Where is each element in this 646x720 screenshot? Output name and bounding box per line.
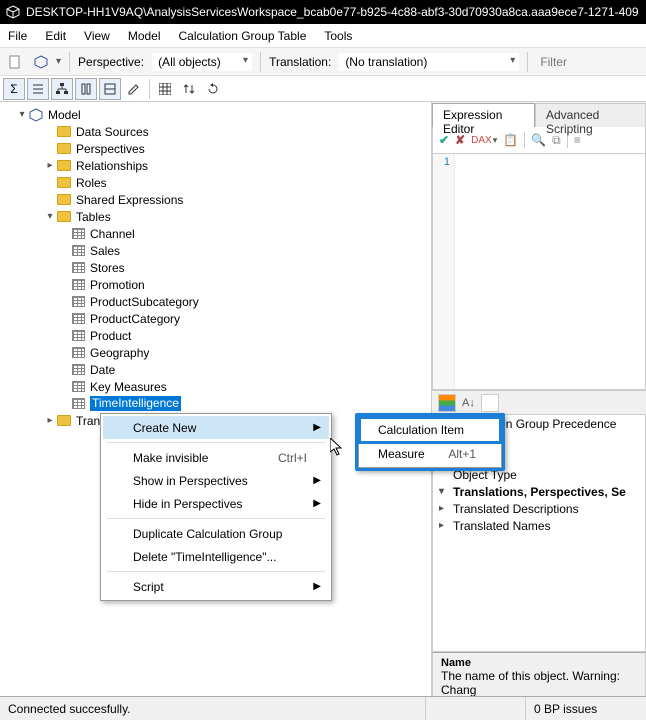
table-view-icon[interactable] bbox=[154, 78, 176, 100]
tree-item[interactable]: Stores bbox=[0, 259, 431, 276]
sort-az-icon[interactable]: A↓ bbox=[462, 397, 475, 409]
submenu-measure[interactable]: Measure Alt+1 bbox=[360, 442, 500, 466]
find-icon[interactable]: 🔍 bbox=[531, 133, 546, 147]
tree-item[interactable]: Date bbox=[0, 361, 431, 378]
tree-item[interactable]: Promotion bbox=[0, 276, 431, 293]
menu-calc-group-table[interactable]: Calculation Group Table bbox=[179, 29, 307, 43]
status-left: Connected succesfully. bbox=[0, 697, 426, 720]
tree-root[interactable]: ▾Model bbox=[0, 106, 431, 123]
submenu-arrow-icon: ▶ bbox=[313, 498, 321, 509]
tree-item[interactable]: ProductCategory bbox=[0, 310, 431, 327]
tree-item[interactable]: Channel bbox=[0, 225, 431, 242]
property-toolbar: A↓ bbox=[432, 390, 646, 414]
tree-item[interactable]: ProductSubcategory bbox=[0, 293, 431, 310]
status-right: 0 BP issues bbox=[526, 697, 646, 720]
submenu-item-label: Calculation Item bbox=[378, 423, 464, 437]
tree-item[interactable]: Sales bbox=[0, 242, 431, 259]
new-icon[interactable] bbox=[4, 51, 26, 73]
ctx-item[interactable]: Hide in Perspectives▶ bbox=[103, 492, 329, 515]
submenu-create-new[interactable]: Calculation Item Measure Alt+1 bbox=[355, 413, 505, 471]
editor-gutter: 1 bbox=[433, 154, 455, 389]
submenu-item-shortcut: Alt+1 bbox=[448, 447, 476, 461]
filter-input[interactable] bbox=[536, 53, 576, 71]
statusbar: Connected succesfully. 0 BP issues bbox=[0, 696, 646, 720]
right-tabs: Expression Editor Advanced Scripting bbox=[432, 102, 646, 126]
menubar: File Edit View Model Calculation Group T… bbox=[0, 24, 646, 48]
column-icon[interactable] bbox=[75, 78, 97, 100]
submenu-item-label: Measure bbox=[378, 447, 425, 461]
model-tree-pane: ▾ModelData SourcesPerspectives▸Relations… bbox=[0, 102, 432, 716]
paste-icon[interactable]: 📋 bbox=[503, 133, 518, 147]
submenu-calculation-item[interactable]: Calculation Item bbox=[360, 418, 500, 442]
list-icon[interactable] bbox=[27, 78, 49, 100]
perspective-combo[interactable]: (All objects) bbox=[152, 53, 252, 71]
ctx-item[interactable]: Show in Perspectives▶ bbox=[103, 469, 329, 492]
tree-item[interactable]: TimeIntelligence bbox=[0, 395, 431, 412]
tab-expression-editor[interactable]: Expression Editor bbox=[432, 103, 535, 127]
categorize-icon[interactable] bbox=[438, 394, 456, 412]
toolbar-view: Σ bbox=[0, 76, 646, 102]
translation-combo[interactable]: (No translation) bbox=[339, 53, 519, 71]
menu-edit[interactable]: Edit bbox=[45, 29, 66, 43]
hierarchy-icon[interactable] bbox=[51, 78, 73, 100]
translation-label: Translation: bbox=[269, 55, 331, 69]
edit-icon[interactable] bbox=[123, 78, 145, 100]
ctx-item[interactable]: Script▶ bbox=[103, 575, 329, 598]
dax-label: DAX bbox=[471, 135, 492, 146]
tree-item[interactable]: ▾Tables bbox=[0, 208, 431, 225]
expression-editor[interactable]: 1 bbox=[432, 154, 646, 390]
sigma-icon[interactable]: Σ bbox=[3, 78, 25, 100]
submenu-arrow-icon: ▶ bbox=[313, 422, 321, 433]
menu-file[interactable]: File bbox=[8, 29, 27, 43]
tree-item[interactable]: Key Measures bbox=[0, 378, 431, 395]
tree-item[interactable]: Geography bbox=[0, 344, 431, 361]
tree-item[interactable]: Roles bbox=[0, 174, 431, 191]
ctx-item[interactable]: Create New▶ bbox=[103, 416, 329, 439]
property-row[interactable]: ▸Translated Descriptions bbox=[433, 500, 645, 517]
cube-icon[interactable] bbox=[30, 51, 52, 73]
property-row[interactable]: ▸Translated Names bbox=[433, 517, 645, 534]
context-menu[interactable]: Create New▶ Make invisibleCtrl+IShow in P… bbox=[100, 413, 332, 601]
prop-page-icon[interactable] bbox=[481, 394, 499, 412]
partition-icon[interactable] bbox=[99, 78, 121, 100]
tree-item[interactable]: Data Sources bbox=[0, 123, 431, 140]
menu-tools[interactable]: Tools bbox=[324, 29, 352, 43]
tree-item[interactable]: ▸Relationships bbox=[0, 157, 431, 174]
app-icon bbox=[6, 5, 20, 19]
status-mid bbox=[426, 697, 526, 720]
submenu-arrow-icon: ▶ bbox=[313, 581, 321, 592]
property-row[interactable]: ▾Translations, Perspectives, Se bbox=[433, 483, 645, 500]
toolbar-main: ▾ Perspective: (All objects) Translation… bbox=[0, 48, 646, 76]
ctx-item[interactable]: Delete "TimeIntelligence"... bbox=[103, 545, 329, 568]
titlebar-text: DESKTOP-HH1V9AQ\AnalysisServicesWorkspac… bbox=[26, 5, 639, 19]
refresh-icon[interactable] bbox=[202, 78, 224, 100]
menu-view[interactable]: View bbox=[84, 29, 110, 43]
ctx-item[interactable]: Duplicate Calculation Group bbox=[103, 522, 329, 545]
prop-desc-title: Name bbox=[441, 657, 471, 669]
menu-model[interactable]: Model bbox=[128, 29, 161, 43]
tree-item[interactable]: Perspectives bbox=[0, 140, 431, 157]
tab-advanced-scripting[interactable]: Advanced Scripting bbox=[535, 103, 646, 127]
perspective-label: Perspective: bbox=[78, 55, 144, 69]
right-pane: Expression Editor Advanced Scripting ✔ ✘… bbox=[432, 102, 646, 716]
prop-desc-text: The name of this object. Warning: Chang bbox=[441, 669, 620, 697]
tree-item[interactable]: Product bbox=[0, 327, 431, 344]
sort-icon[interactable] bbox=[178, 78, 200, 100]
titlebar: DESKTOP-HH1V9AQ\AnalysisServicesWorkspac… bbox=[0, 0, 646, 24]
ctx-item[interactable]: Make invisibleCtrl+I bbox=[103, 446, 329, 469]
submenu-arrow-icon: ▶ bbox=[313, 475, 321, 486]
tree-item[interactable]: Shared Expressions bbox=[0, 191, 431, 208]
